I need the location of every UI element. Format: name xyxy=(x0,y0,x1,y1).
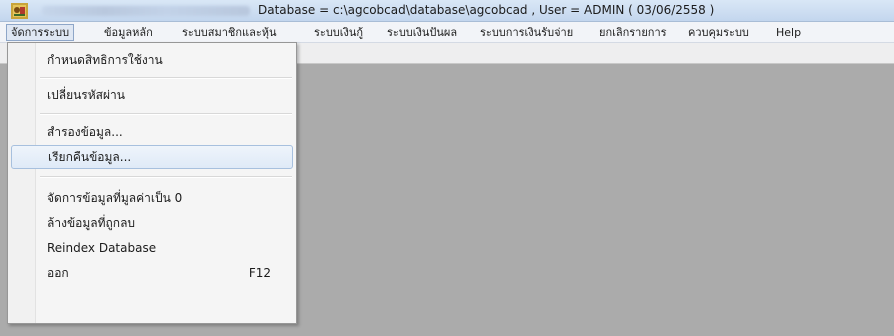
menu-separator xyxy=(40,176,292,178)
menu-item-label: เปลี่ยนรหัสผ่าน xyxy=(47,88,125,102)
menu-item-backup-data[interactable]: สำรองข้อมูล... xyxy=(11,120,293,144)
menu-item-set-permissions[interactable]: กำหนดสิทธิการใช้งาน xyxy=(11,48,293,72)
menu-item-label: กำหนดสิทธิการใช้งาน xyxy=(47,53,163,67)
menu-item-label: เรียกคืนข้อมูล... xyxy=(48,150,132,164)
menu-cancel-transactions[interactable]: ยกเลิกรายการ xyxy=(595,24,671,41)
title-bar: Database = c:\agcobcad\database\agcobcad… xyxy=(0,0,894,22)
menu-item-change-password[interactable]: เปลี่ยนรหัสผ่าน xyxy=(11,83,293,107)
blurred-app-name xyxy=(42,6,250,16)
menu-item-label: จัดการข้อมูลที่มูลค่าเป็น 0 xyxy=(47,191,183,205)
menu-loans[interactable]: ระบบเงินกู้ xyxy=(310,24,367,41)
menu-separator xyxy=(40,113,292,115)
menu-item-reindex-database[interactable]: Reindex Database xyxy=(11,236,293,260)
menu-item-purge-deleted-data[interactable]: ล้างข้อมูลที่ถูกลบ xyxy=(11,211,293,235)
menu-help[interactable]: Help xyxy=(772,24,805,41)
menu-dividends[interactable]: ระบบเงินปันผล xyxy=(383,24,461,41)
window-title: Database = c:\agcobcad\database\agcobcad… xyxy=(258,3,715,17)
menu-system-management[interactable]: จัดการระบบ xyxy=(6,24,75,41)
application-window: Database = c:\agcobcad\database\agcobcad… xyxy=(0,0,894,336)
menu-system-control[interactable]: ควบคุมระบบ xyxy=(684,24,753,41)
menu-cash-receipts-payments[interactable]: ระบบการเงินรับจ่าย xyxy=(476,24,577,41)
menu-item-label: ล้างข้อมูลที่ถูกลบ xyxy=(47,216,136,230)
menu-item-exit[interactable]: ออก F12 xyxy=(11,261,293,285)
menu-item-restore-data[interactable]: เรียกคืนข้อมูล... xyxy=(11,145,293,169)
menu-item-label: Reindex Database xyxy=(47,241,157,255)
app-icon[interactable] xyxy=(11,3,28,19)
system-management-dropdown: กำหนดสิทธิการใช้งาน เปลี่ยนรหัสผ่าน สำรอ… xyxy=(7,42,297,324)
menu-item-label: ออก xyxy=(47,266,69,280)
menu-item-shortcut: F12 xyxy=(248,266,271,280)
menu-item-manage-zero-value-data[interactable]: จัดการข้อมูลที่มูลค่าเป็น 0 xyxy=(11,186,293,210)
menu-separator xyxy=(40,77,292,79)
menu-master-data[interactable]: ข้อมูลหลัก xyxy=(100,24,157,41)
menu-item-label: สำรองข้อมูล... xyxy=(47,125,123,139)
menu-bar: จัดการระบบ ข้อมูลหลัก ระบบสมาชิกและหุ้น … xyxy=(0,22,894,43)
menu-members-shares[interactable]: ระบบสมาชิกและหุ้น xyxy=(178,24,281,41)
